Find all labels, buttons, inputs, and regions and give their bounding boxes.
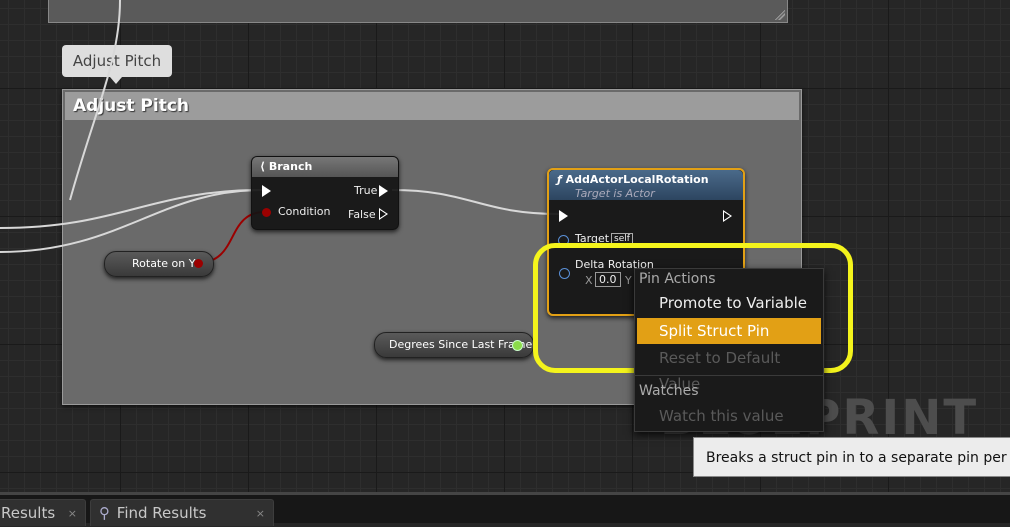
branch-header[interactable]: ⟨ Branch — [252, 157, 398, 177]
resize-handle-icon[interactable] — [775, 10, 785, 20]
false-exec-pin[interactable] — [379, 208, 388, 220]
degrees-since-last-frame-variable[interactable]: Degrees Since Last Frame — [374, 332, 534, 358]
pin-context-menu[interactable]: Pin Actions Promote to Variable Split St… — [634, 268, 824, 432]
exec-out-pin[interactable] — [723, 210, 732, 222]
exec-in-pin[interactable] — [262, 185, 271, 197]
comment-title[interactable]: Adjust Pitch — [65, 92, 799, 120]
rotation-header[interactable]: ƒ AddActorLocalRotation Target is Actor — [549, 170, 743, 200]
menu-separator — [635, 375, 823, 376]
rotate-on-y-label: Rotate on Y — [132, 257, 196, 270]
rotate-on-y-pin[interactable] — [194, 259, 203, 268]
rotation-subtitle: Target is Actor — [575, 187, 655, 200]
degrees-label: Degrees Since Last Frame — [389, 338, 533, 351]
split-struct-pin-item[interactable]: Split Struct Pin — [637, 318, 821, 344]
rotate-on-y-variable[interactable]: Rotate on Y — [104, 251, 214, 277]
watch-value-item: Watch this value — [659, 407, 784, 425]
false-label: False — [348, 208, 376, 221]
search-icon: ⚲ — [99, 504, 110, 522]
condition-pin[interactable] — [262, 208, 271, 217]
degrees-pin[interactable] — [512, 340, 523, 351]
branch-node[interactable]: ⟨ Branch Condition True False — [251, 156, 399, 230]
tab-results[interactable]: Results × — [0, 499, 86, 526]
function-icon: ƒ — [557, 173, 566, 186]
bottom-tab-bar: Results × ⚲ Find Results × — [0, 492, 1010, 526]
comment-bubble-tail — [110, 77, 122, 84]
watches-heading: Watches — [639, 383, 699, 399]
comment-bubble[interactable]: Adjust Pitch — [62, 45, 172, 77]
results-tab-label: Results — [1, 504, 56, 522]
tooltip: Breaks a struct pin in to a separate pin… — [693, 437, 1010, 477]
pin-actions-heading: Pin Actions — [639, 271, 716, 287]
find-results-tab-label: Find Results — [116, 504, 207, 522]
branch-title: Branch — [268, 160, 313, 173]
rotation-title: AddActorLocalRotation — [565, 173, 709, 186]
exec-in-pin[interactable] — [559, 210, 568, 222]
condition-label: Condition — [278, 205, 331, 218]
true-label: True — [354, 184, 378, 197]
branch-icon: ⟨ — [260, 160, 266, 173]
promote-to-variable-item[interactable]: Promote to Variable — [637, 290, 821, 316]
true-exec-pin[interactable] — [379, 185, 388, 197]
reset-default-item: Reset to Default Value — [659, 349, 781, 393]
tab-find-results[interactable]: ⚲ Find Results × — [90, 499, 274, 526]
upper-comment-box[interactable] — [48, 0, 788, 23]
